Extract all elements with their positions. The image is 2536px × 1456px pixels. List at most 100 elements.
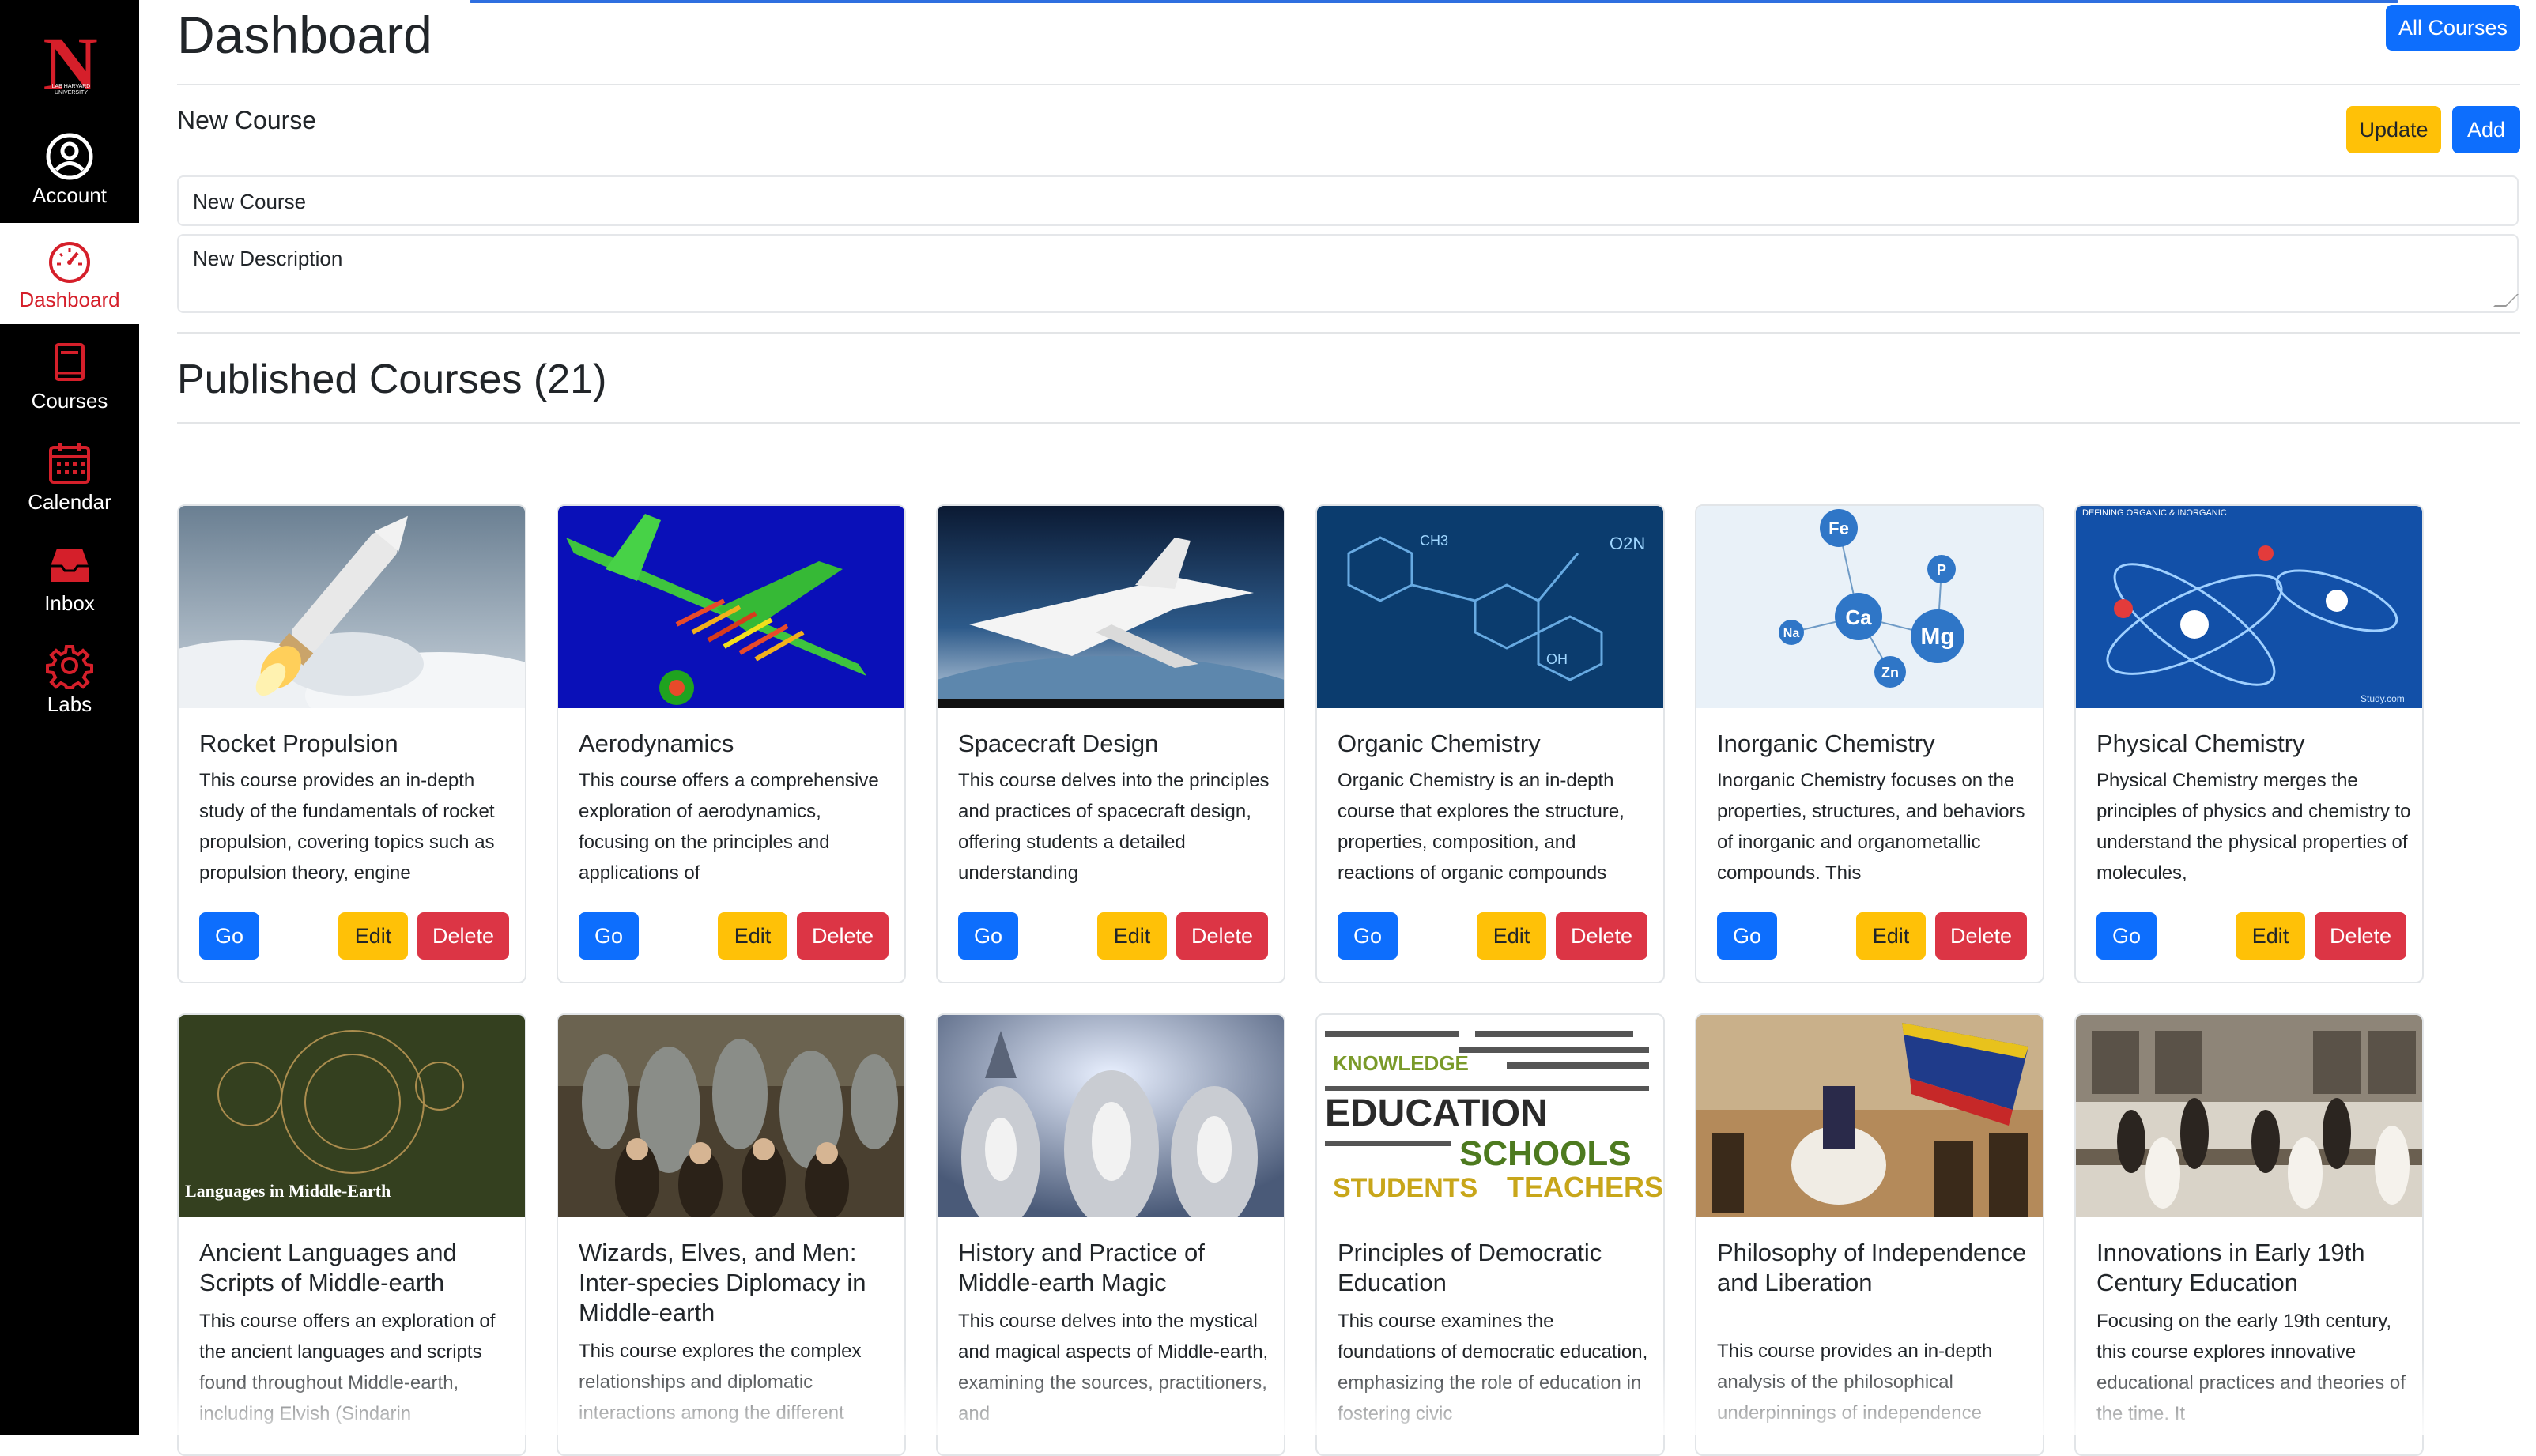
account-icon xyxy=(46,133,93,180)
course-description: Organic Chemistry is an in-depth course … xyxy=(1338,770,1625,884)
course-description: This course provides an in-depth analysi… xyxy=(1717,1341,1993,1424)
calendar-icon xyxy=(46,439,93,487)
edit-button[interactable]: Edit xyxy=(1856,912,1926,960)
course-name-input[interactable]: New Course xyxy=(177,175,2519,226)
published-courses-heading: Published Courses (21) xyxy=(177,356,607,402)
course-description: Focusing on the early 19th century, this… xyxy=(2096,1311,2406,1424)
loading-bar xyxy=(470,0,2398,3)
element-label: P xyxy=(1937,562,1946,578)
wordcloud-word: SCHOOLS xyxy=(1459,1134,1632,1173)
delete-button[interactable]: Delete xyxy=(2315,912,2406,960)
delete-button[interactable]: Delete xyxy=(1556,912,1647,960)
course-description: This course examines the foundations of … xyxy=(1338,1311,1648,1424)
course-image-organic: CH3 O2N OH xyxy=(1317,506,1663,708)
course-description: This course delves into the principles a… xyxy=(958,770,1270,884)
edit-button[interactable]: Edit xyxy=(2236,912,2305,960)
course-card: Philosophy of Independence and Liberatio… xyxy=(1695,1013,2044,1456)
course-description: This course explores the complex relatio… xyxy=(579,1341,862,1424)
course-title: Physical Chemistry xyxy=(2096,730,2305,757)
go-button[interactable]: Go xyxy=(1717,912,1777,960)
course-description: Inorganic Chemistry focuses on the prope… xyxy=(1717,770,2025,884)
image-label: OH xyxy=(1546,651,1568,667)
course-title: Wizards, Elves, and Men: Inter-species D… xyxy=(579,1239,866,1326)
course-card: Fe P Ca Mg Na Zn Inorganic Chemistry Ino… xyxy=(1695,504,2044,983)
go-button[interactable]: Go xyxy=(579,912,639,960)
page-title: Dashboard xyxy=(177,6,432,64)
sidebar-item-label: Calendar xyxy=(28,490,111,514)
course-description: This course offers a comprehensive explo… xyxy=(579,770,879,884)
sidebar-item-label: Dashboard xyxy=(19,288,120,311)
sidebar-item-dashboard[interactable]: Dashboard xyxy=(0,223,139,324)
course-card: Languages in Middle-Earth Ancient Langua… xyxy=(177,1013,526,1456)
go-button[interactable]: Go xyxy=(1338,912,1398,960)
delete-button[interactable]: Delete xyxy=(1935,912,2027,960)
image-watermark: Study.com xyxy=(2361,693,2405,704)
course-card: Wizards, Elves, and Men: Inter-species D… xyxy=(557,1013,906,1456)
sidebar: N LAB HARVARD UNIVERSITY Account Dashboa… xyxy=(0,0,139,1435)
course-card: Innovations in Early 19th Century Educat… xyxy=(2074,1013,2424,1456)
go-button[interactable]: Go xyxy=(199,912,259,960)
wordcloud-word: TEACHERS xyxy=(1507,1171,1663,1203)
go-button[interactable]: Go xyxy=(958,912,1018,960)
new-course-heading: New Course xyxy=(177,106,317,134)
university-logo[interactable]: N LAB HARVARD UNIVERSITY xyxy=(0,0,139,111)
delete-button[interactable]: Delete xyxy=(417,912,509,960)
course-image-wordcloud: EDUCATION SCHOOLS TEACHERS STUDENTS KNOW… xyxy=(1317,1015,1663,1217)
course-description: Physical Chemistry merges the principles… xyxy=(2096,770,2411,884)
course-title: History and Practice of Middle-earth Mag… xyxy=(958,1239,1205,1296)
wordcloud-word: STUDENTS xyxy=(1333,1173,1477,1203)
course-image-physical: DEFINING ORGANIC & INORGANIC Study.com xyxy=(2076,506,2422,708)
sidebar-item-label: Account xyxy=(32,183,107,207)
edit-button[interactable]: Edit xyxy=(338,912,408,960)
element-label: Zn xyxy=(1881,665,1899,681)
element-label: Na xyxy=(1783,627,1800,640)
sidebar-item-inbox[interactable]: Inbox xyxy=(0,526,139,628)
course-title: Spacecraft Design xyxy=(958,730,1159,757)
course-image-spacecraft xyxy=(938,506,1284,708)
course-card: History and Practice of Middle-earth Mag… xyxy=(936,1013,1285,1456)
sidebar-item-labs[interactable]: Labs xyxy=(0,628,139,729)
dashboard-icon xyxy=(46,237,93,285)
image-caption: DEFINING ORGANIC & INORGANIC xyxy=(2082,508,2227,518)
edit-button[interactable]: Edit xyxy=(1097,912,1167,960)
image-caption: Languages in Middle-Earth xyxy=(185,1181,391,1201)
course-image-wizards xyxy=(938,1015,1284,1217)
sidebar-item-account[interactable]: Account xyxy=(0,119,139,220)
edit-button[interactable]: Edit xyxy=(1477,912,1546,960)
add-button[interactable]: Add xyxy=(2452,106,2520,153)
element-label: Fe xyxy=(1828,519,1849,538)
course-title: Rocket Propulsion xyxy=(199,730,398,757)
course-description: This course provides an in-depth study o… xyxy=(199,770,495,884)
divider xyxy=(177,422,2520,424)
go-button[interactable]: Go xyxy=(2096,912,2157,960)
course-image-elvish: Languages in Middle-Earth xyxy=(179,1015,525,1217)
sidebar-item-label: Inbox xyxy=(44,591,95,615)
course-title: Inorganic Chemistry xyxy=(1717,730,1935,757)
all-courses-button[interactable]: All Courses xyxy=(2386,5,2520,51)
course-title: Innovations in Early 19th Century Educat… xyxy=(2096,1239,2365,1296)
update-button[interactable]: Update xyxy=(2346,106,2441,153)
inbox-icon xyxy=(46,541,93,588)
image-label: CH3 xyxy=(1420,533,1448,549)
edit-button[interactable]: Edit xyxy=(718,912,787,960)
course-image-aerodynamics xyxy=(558,506,904,708)
course-description-textarea[interactable]: New Description xyxy=(177,234,2519,313)
course-card: Rocket Propulsion This course provides a… xyxy=(177,504,526,983)
sidebar-item-courses[interactable]: Courses xyxy=(0,324,139,425)
element-label: Mg xyxy=(1920,624,1954,650)
wordcloud-word: KNOWLEDGE xyxy=(1333,1051,1469,1075)
resize-handle[interactable] xyxy=(2493,294,2519,307)
divider xyxy=(177,332,2520,334)
description-text: New Description xyxy=(193,247,343,270)
image-label: O2N xyxy=(1610,534,1645,553)
sidebar-item-calendar[interactable]: Calendar xyxy=(0,425,139,526)
element-label: Ca xyxy=(1845,605,1872,629)
course-card: DEFINING ORGANIC & INORGANIC Study.com P… xyxy=(2074,504,2424,983)
course-image-inorganic: Fe P Ca Mg Na Zn xyxy=(1696,506,2043,708)
delete-button[interactable]: Delete xyxy=(1176,912,1268,960)
courses-icon xyxy=(46,338,93,386)
course-image-classroom xyxy=(2076,1015,2422,1217)
course-description: This course offers an exploration of the… xyxy=(199,1311,496,1424)
course-title: Principles of Democratic Education xyxy=(1338,1239,1602,1296)
delete-button[interactable]: Delete xyxy=(797,912,889,960)
